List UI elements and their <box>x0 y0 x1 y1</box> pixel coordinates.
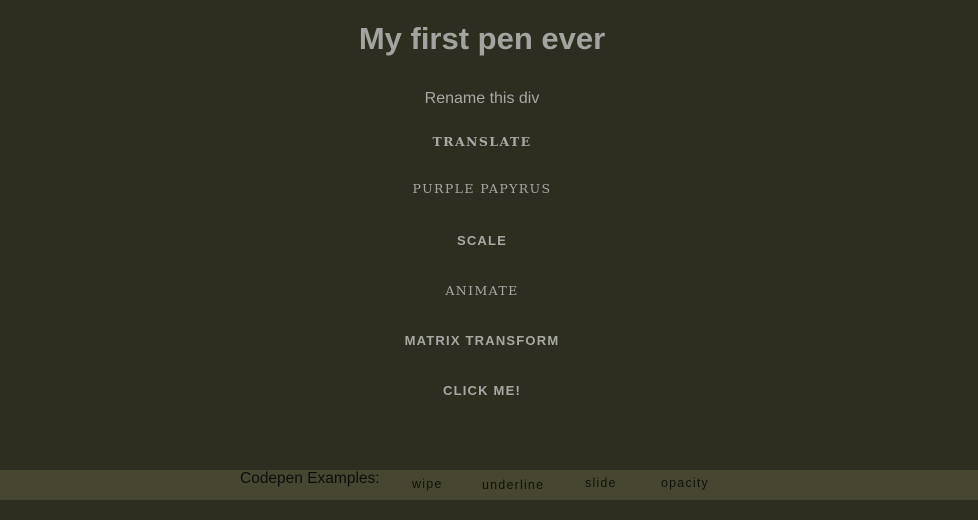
purple-papyrus-effect-item[interactable]: Purple Papyrus <box>0 180 964 198</box>
underline-link[interactable]: underline <box>482 477 544 493</box>
opacity-link[interactable]: opacity <box>661 475 709 491</box>
codepen-examples-bar: Codepen Examples: wipe underline slide o… <box>0 470 978 500</box>
translate-effect-item[interactable]: Translate <box>0 133 964 151</box>
wipe-link[interactable]: wipe <box>412 476 443 492</box>
matrix-transform-effect-item[interactable]: Matrix Transform <box>0 332 964 350</box>
click-me-effect-item[interactable]: Click me! <box>0 382 964 400</box>
scale-effect-item[interactable]: Scale <box>0 232 964 250</box>
animate-effect-item[interactable]: Animate <box>0 282 964 300</box>
page-title: My first pen ever <box>358 21 606 56</box>
rename-div-text: Rename this div <box>424 90 540 107</box>
slide-link[interactable]: slide <box>585 475 617 491</box>
codepen-examples-label: Codepen Examples: <box>240 470 380 487</box>
